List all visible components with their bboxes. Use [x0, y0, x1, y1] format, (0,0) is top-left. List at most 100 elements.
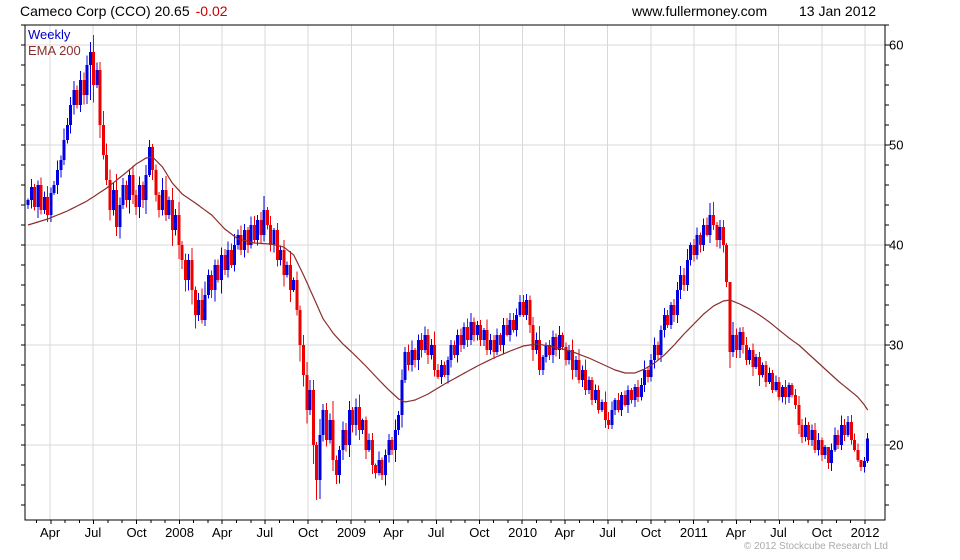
candle	[446, 356, 450, 384]
candles-layer	[26, 35, 870, 500]
candle	[843, 419, 847, 441]
candle	[216, 259, 220, 283]
candle	[623, 390, 627, 407]
candle-body	[344, 430, 348, 445]
candle-body	[866, 438, 870, 461]
candle-body	[65, 125, 69, 140]
candle	[502, 318, 506, 355]
candle-body	[518, 302, 522, 315]
candle-body	[508, 320, 512, 335]
candle-body	[577, 360, 581, 380]
candle-body	[813, 430, 817, 450]
candle	[223, 249, 227, 276]
candle	[603, 391, 607, 429]
candle	[790, 382, 794, 398]
candle	[839, 415, 843, 451]
candle	[702, 218, 706, 251]
candle-body	[42, 197, 46, 210]
candle-body	[570, 350, 574, 370]
candle-body	[144, 175, 148, 200]
candle-body	[528, 300, 532, 325]
candle	[370, 432, 374, 474]
candle-body	[803, 425, 807, 437]
candle-body	[239, 235, 243, 250]
candle	[495, 328, 499, 355]
candle-body	[370, 440, 374, 465]
candle	[95, 62, 99, 88]
x-axis-label: Jul	[85, 525, 102, 540]
candle-body	[62, 140, 66, 160]
candle	[288, 250, 292, 303]
candle	[600, 399, 604, 413]
date-label: 13 Jan 2012	[799, 3, 877, 19]
candle	[279, 245, 283, 266]
candle-body	[479, 325, 483, 340]
candle-body	[469, 322, 473, 340]
candle	[334, 455, 338, 485]
candle-body	[774, 382, 778, 390]
candle-body	[741, 332, 745, 345]
candle-body	[59, 160, 63, 170]
candle	[574, 355, 578, 378]
candle	[475, 321, 479, 341]
candle-body	[33, 187, 37, 207]
candle	[377, 451, 381, 476]
y-axis-label: 40	[889, 238, 903, 253]
candle	[626, 385, 630, 413]
candle-body	[443, 365, 447, 375]
candle-body	[354, 407, 358, 425]
candle	[587, 376, 591, 395]
candle-body	[584, 370, 588, 390]
candle-body	[731, 335, 735, 352]
candle-body	[593, 390, 597, 400]
x-axis-label: Apr	[212, 525, 233, 540]
candle-body	[410, 350, 414, 365]
candle-body	[639, 385, 643, 397]
candle	[590, 377, 594, 405]
candle	[252, 216, 256, 244]
candle	[46, 185, 50, 223]
candle-body	[347, 410, 351, 445]
candle-body	[590, 380, 594, 400]
x-axis-label: Apr	[554, 525, 575, 540]
candle-body	[164, 190, 168, 215]
candle-body	[616, 400, 620, 410]
candle-body	[426, 335, 430, 355]
candle	[131, 165, 135, 204]
candle-body	[147, 147, 151, 175]
candle	[662, 308, 666, 338]
candle	[98, 61, 102, 138]
candle	[75, 85, 79, 109]
candle	[157, 191, 161, 218]
x-axis-label: Jul	[257, 525, 274, 540]
candle	[774, 375, 778, 392]
candle-body	[403, 352, 407, 380]
candle-body	[420, 340, 424, 350]
candle-body	[95, 70, 99, 85]
candle	[42, 191, 46, 215]
candle	[636, 379, 640, 403]
candle-body	[659, 330, 663, 355]
x-axis-label: Oct	[298, 525, 319, 540]
candle	[866, 433, 870, 463]
candle	[584, 359, 588, 396]
candle	[315, 442, 319, 500]
x-axis-label: 2009	[337, 525, 366, 540]
candle	[380, 457, 384, 480]
candle-body	[712, 215, 716, 225]
candle-body	[797, 405, 801, 425]
candle	[538, 325, 542, 375]
x-axis-label: Apr	[383, 525, 404, 540]
candle	[138, 176, 142, 219]
candle	[761, 362, 765, 378]
candle-body	[823, 447, 827, 455]
candle	[183, 253, 187, 292]
candle	[115, 174, 119, 237]
candle	[364, 416, 368, 460]
candle-body	[361, 420, 365, 430]
candle-body	[439, 365, 443, 377]
candle	[771, 370, 775, 393]
candle-body	[544, 345, 548, 357]
candle-body	[338, 450, 342, 475]
candle-body	[436, 370, 440, 377]
